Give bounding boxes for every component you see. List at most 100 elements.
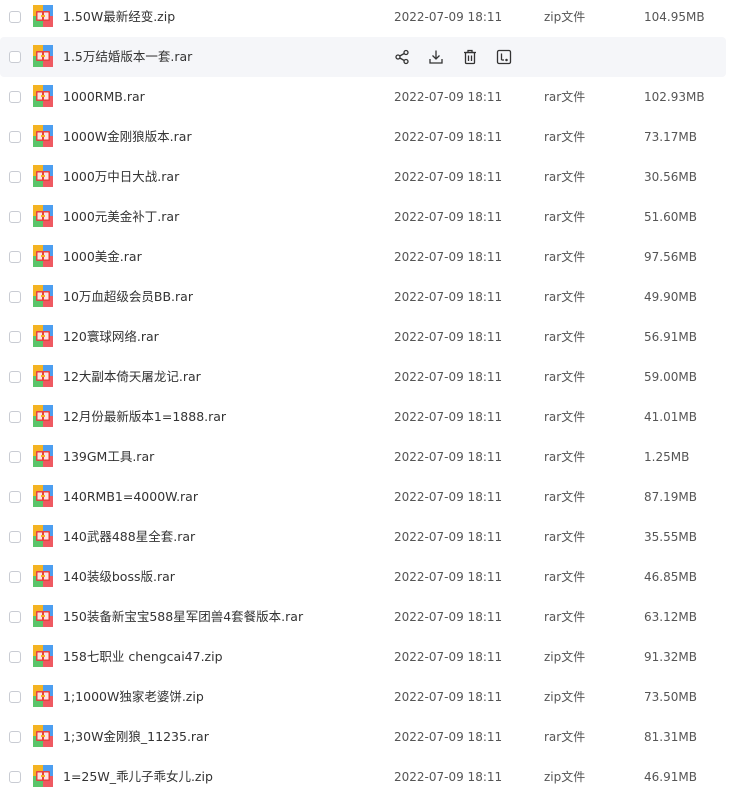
file-name[interactable]: 1;30W金刚狼_11235.rar [63, 717, 209, 757]
file-name[interactable]: 140装级boss版.rar [63, 557, 175, 597]
file-name[interactable]: 140武器488星全套.rar [63, 517, 195, 557]
row-checkbox[interactable] [9, 91, 21, 103]
row-checkbox[interactable] [9, 691, 21, 703]
file-row[interactable]: 158七职业 chengcai47.zip 2022-07-09 18:11 z… [0, 637, 726, 677]
file-type: rar文件 [544, 210, 586, 224]
row-checkbox[interactable] [9, 451, 21, 463]
row-checkbox[interactable] [9, 211, 21, 223]
file-name[interactable]: 1;1000W独家老婆饼.zip [63, 677, 204, 717]
file-name[interactable]: 1000万中日大战.rar [63, 157, 179, 197]
archive-file-icon [33, 125, 53, 147]
file-row[interactable]: 139GM工具.rar 2022-07-09 18:11 rar文件 1.25M… [0, 437, 726, 477]
file-name[interactable]: 1000元美金补丁.rar [63, 197, 179, 237]
row-checkbox[interactable] [9, 531, 21, 543]
file-row[interactable]: 140武器488星全套.rar 2022-07-09 18:11 rar文件 3… [0, 517, 726, 557]
file-name[interactable]: 150装备新宝宝588星军团兽4套餐版本.rar [63, 597, 303, 637]
file-type: rar文件 [544, 90, 586, 104]
file-row[interactable]: 1000元美金补丁.rar 2022-07-09 18:11 rar文件 51.… [0, 197, 726, 237]
archive-file-icon [33, 285, 53, 307]
file-type: rar文件 [544, 450, 586, 464]
file-row[interactable]: 12月份最新版本1=1888.rar 2022-07-09 18:11 rar文… [0, 397, 726, 437]
file-type: rar文件 [544, 370, 586, 384]
file-name[interactable]: 1.50W最新经变.zip [63, 0, 175, 37]
file-type: rar文件 [544, 730, 586, 744]
row-checkbox[interactable] [9, 291, 21, 303]
file-row[interactable]: 120寰球网络.rar 2022-07-09 18:11 rar文件 56.91… [0, 317, 726, 357]
row-checkbox[interactable] [9, 171, 21, 183]
file-size: 104.95MB [644, 10, 705, 24]
file-type: zip文件 [544, 690, 586, 704]
file-row[interactable]: 1000美金.rar 2022-07-09 18:11 rar文件 97.56M… [0, 237, 726, 277]
file-name[interactable]: 120寰球网络.rar [63, 317, 159, 357]
file-row[interactable]: 1000W金刚狼版本.rar 2022-07-09 18:11 rar文件 73… [0, 117, 726, 157]
file-row[interactable]: 1;30W金刚狼_11235.rar 2022-07-09 18:11 rar文… [0, 717, 726, 757]
file-row[interactable]: 1;1000W独家老婆饼.zip 2022-07-09 18:11 zip文件 … [0, 677, 726, 717]
file-type: rar文件 [544, 490, 586, 504]
archive-file-icon [33, 5, 53, 27]
file-name[interactable]: 139GM工具.rar [63, 437, 154, 477]
file-row[interactable]: 1000万中日大战.rar 2022-07-09 18:11 rar文件 30.… [0, 157, 726, 197]
modified-date: 2022-07-09 18:11 [394, 730, 503, 744]
modified-date: 2022-07-09 18:11 [394, 610, 503, 624]
file-type: zip文件 [544, 650, 586, 664]
share-icon[interactable] [393, 48, 411, 66]
row-checkbox[interactable] [9, 571, 21, 583]
delete-icon[interactable] [461, 48, 479, 66]
download-icon[interactable] [427, 48, 445, 66]
file-type: zip文件 [544, 10, 586, 24]
archive-file-icon [33, 565, 53, 587]
row-checkbox[interactable] [9, 411, 21, 423]
file-row[interactable]: 1=25W_乖儿子乖女儿.zip 2022-07-09 18:11 zip文件 … [0, 757, 726, 797]
file-name[interactable]: 10万血超级会员BB.rar [63, 277, 193, 317]
file-name[interactable]: 12大副本倚天屠龙记.rar [63, 357, 201, 397]
row-checkbox[interactable] [9, 131, 21, 143]
file-size: 63.12MB [644, 610, 697, 624]
file-row[interactable]: 10万血超级会员BB.rar 2022-07-09 18:11 rar文件 49… [0, 277, 726, 317]
row-checkbox[interactable] [9, 11, 21, 23]
file-row[interactable]: 12大副本倚天屠龙记.rar 2022-07-09 18:11 rar文件 59… [0, 357, 726, 397]
file-name[interactable]: 1000W金刚狼版本.rar [63, 117, 192, 157]
file-name[interactable]: 1=25W_乖儿子乖女儿.zip [63, 757, 213, 797]
file-row[interactable]: 1.5万结婚版本一套.rar [0, 37, 726, 77]
file-row[interactable]: 1000RMB.rar 2022-07-09 18:11 rar文件 102.9… [0, 77, 726, 117]
file-type: rar文件 [544, 130, 586, 144]
archive-file-icon [33, 645, 53, 667]
file-type: rar文件 [544, 610, 586, 624]
row-checkbox[interactable] [9, 771, 21, 783]
modified-date: 2022-07-09 18:11 [394, 450, 503, 464]
archive-file-icon [33, 165, 53, 187]
modified-date: 2022-07-09 18:11 [394, 570, 503, 584]
file-name[interactable]: 1000美金.rar [63, 237, 142, 277]
row-checkbox[interactable] [9, 611, 21, 623]
file-row[interactable]: 1.50W最新经变.zip 2022-07-09 18:11 zip文件 104… [0, 0, 726, 37]
row-checkbox[interactable] [9, 251, 21, 263]
archive-file-icon [33, 685, 53, 707]
archive-file-icon [33, 85, 53, 107]
file-size: 97.56MB [644, 250, 697, 264]
file-size: 87.19MB [644, 490, 697, 504]
row-checkbox[interactable] [9, 371, 21, 383]
row-checkbox[interactable] [9, 491, 21, 503]
file-name[interactable]: 12月份最新版本1=1888.rar [63, 397, 226, 437]
row-checkbox[interactable] [9, 331, 21, 343]
row-checkbox[interactable] [9, 651, 21, 663]
file-type: rar文件 [544, 170, 586, 184]
file-row[interactable]: 150装备新宝宝588星军团兽4套餐版本.rar 2022-07-09 18:1… [0, 597, 726, 637]
file-type: rar文件 [544, 250, 586, 264]
file-size: 56.91MB [644, 330, 697, 344]
file-size: 49.90MB [644, 290, 697, 304]
row-checkbox[interactable] [9, 731, 21, 743]
file-size: 46.91MB [644, 770, 697, 784]
file-name[interactable]: 140RMB1=4000W.rar [63, 477, 198, 517]
modified-date: 2022-07-09 18:11 [394, 250, 503, 264]
file-row[interactable]: 140RMB1=4000W.rar 2022-07-09 18:11 rar文件… [0, 477, 726, 517]
file-name[interactable]: 158七职业 chengcai47.zip [63, 637, 223, 677]
row-checkbox[interactable] [9, 51, 21, 63]
file-size: 59.00MB [644, 370, 697, 384]
file-size: 1.25MB [644, 450, 690, 464]
file-row[interactable]: 140装级boss版.rar 2022-07-09 18:11 rar文件 46… [0, 557, 726, 597]
archive-file-icon [33, 605, 53, 627]
more-icon[interactable] [495, 48, 513, 66]
file-name[interactable]: 1000RMB.rar [63, 77, 145, 117]
file-name[interactable]: 1.5万结婚版本一套.rar [63, 37, 192, 77]
